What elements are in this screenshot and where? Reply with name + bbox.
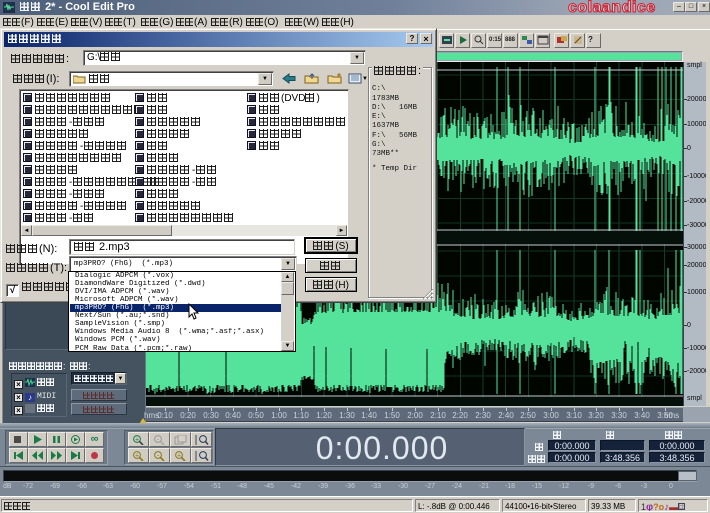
- svg-text:+: +: [135, 437, 139, 444]
- svg-text:+: +: [177, 453, 181, 460]
- svg-text:+: +: [135, 453, 139, 460]
